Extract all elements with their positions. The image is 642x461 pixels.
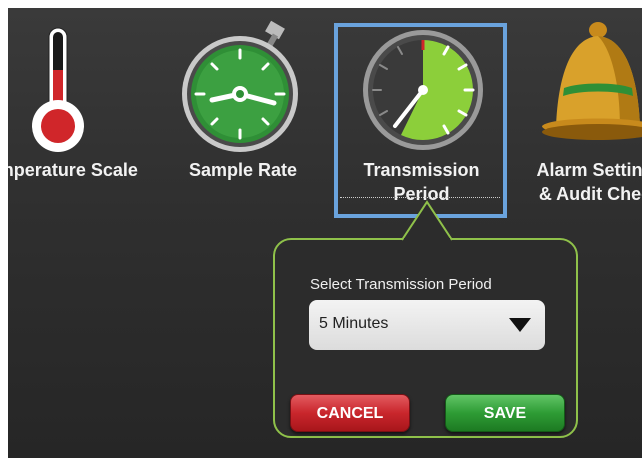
transmission-period-select[interactable]: 5 Minutes (309, 300, 545, 350)
popup-title: Select Transmission Period (310, 276, 492, 293)
alarm-settings-label-line2: & Audit Check (538, 184, 642, 204)
select-value: 5 Minutes (319, 315, 389, 332)
alarm-settings-setting[interactable]: Alarm Settings & Audit Check (520, 8, 642, 218)
selected-setting-highlight (334, 23, 507, 218)
selected-setting-underline (340, 197, 500, 198)
transmission-period-popup: Select Transmission Period 5 Minutes CAN… (273, 238, 578, 438)
bell-icon (542, 22, 642, 140)
cancel-button[interactable]: CANCEL (290, 394, 410, 432)
stopwatch-icon (182, 20, 298, 152)
temperature-scale-label: Temperature Scale (8, 160, 138, 180)
thermometer-icon (32, 27, 84, 152)
alarm-settings-label-line1: Alarm Settings (536, 160, 642, 180)
save-button[interactable]: SAVE (445, 394, 565, 432)
sample-rate-setting[interactable]: Sample Rate (168, 8, 318, 218)
settings-screen: Temperature Scale Sa (8, 8, 642, 458)
sample-rate-label: Sample Rate (188, 160, 298, 180)
dropdown-arrow-icon (509, 318, 531, 332)
temperature-scale-setting[interactable]: Temperature Scale (8, 8, 148, 218)
popup-pointer (402, 200, 452, 242)
